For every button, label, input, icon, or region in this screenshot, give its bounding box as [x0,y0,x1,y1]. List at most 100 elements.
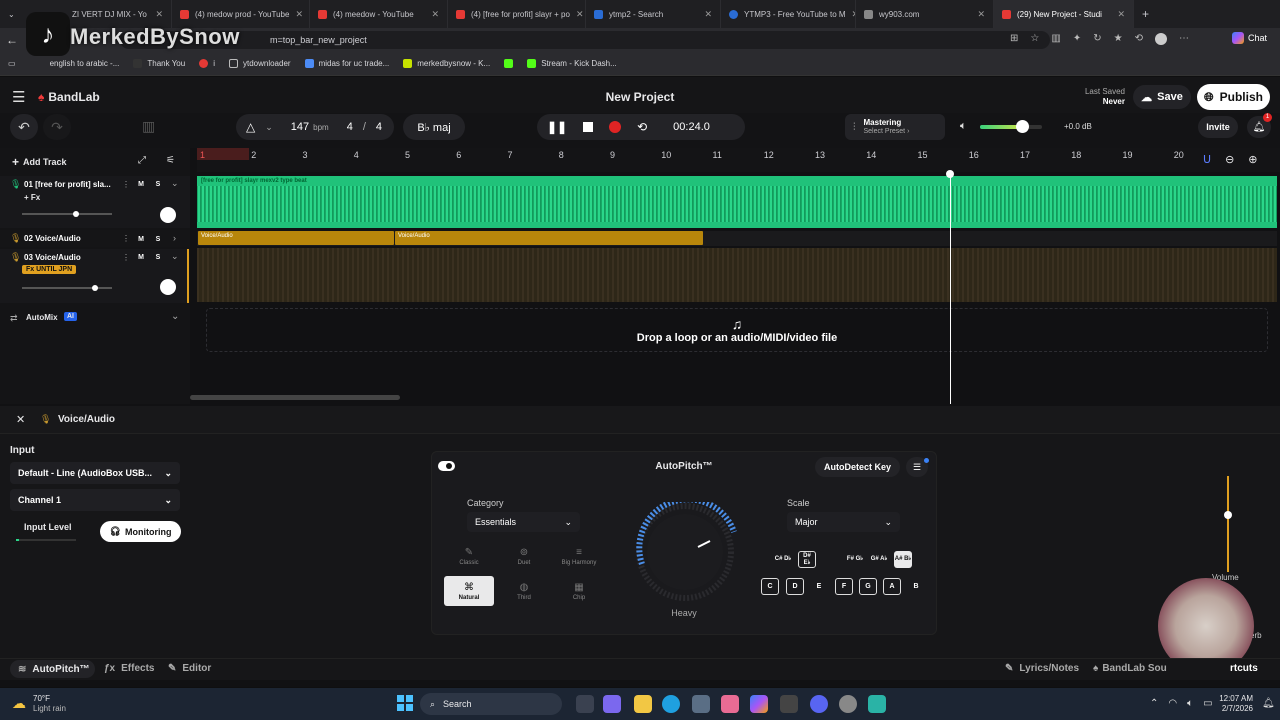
pan-knob[interactable] [160,279,176,295]
hamburger-menu-icon[interactable]: ☰ [12,88,25,106]
key-d-sharp[interactable]: D# E♭ [798,551,816,568]
timeline-ruler[interactable] [197,148,1280,172]
scale-select[interactable]: Major ⌄ [787,512,900,532]
ruler-number[interactable]: 6 [456,150,461,160]
ruler-number[interactable]: 10 [661,150,671,160]
browser-tab[interactable]: (4) [free for profit] slayr + po ✕ [448,0,586,28]
history-icon[interactable]: ⟲ [1135,33,1143,45]
browser-tab[interactable]: ytmp2 - Search ✕ [586,0,721,28]
track-volume-slider[interactable] [22,287,112,289]
preset-chip[interactable]: ▦ Chip [554,576,604,606]
track-volume-slider[interactable] [22,213,112,215]
ruler-number[interactable]: 7 [508,150,513,160]
lyrics-notes-button[interactable]: ✎ Lyrics/Notes [1005,663,1079,674]
key-a[interactable]: A [883,578,901,595]
chevron-down-icon[interactable]: ⌄ [171,178,179,189]
windows-start-icon[interactable] [397,695,413,711]
extensions-icon[interactable]: ✦ [1073,33,1081,45]
preset-classic[interactable]: ✎ Classic [444,541,494,571]
ruler-number[interactable]: 9 [610,150,615,160]
ruler-number[interactable]: 15 [918,150,928,160]
piano-icon[interactable]: ▥ [142,118,155,135]
shortcuts-button[interactable]: rtcuts [1230,663,1258,674]
stop-icon[interactable] [583,122,594,132]
bookmark[interactable]: i [199,59,215,68]
refresh-icon[interactable]: ↻ [1093,33,1101,45]
star-icon[interactable]: ☆ [1030,33,1039,45]
track-lane-3[interactable] [197,248,1277,302]
bookmark[interactable]: Thank You [133,59,185,68]
battery-icon[interactable]: ▭ [1203,698,1212,709]
task-view-icon[interactable] [576,695,594,713]
notepad-icon[interactable] [868,695,886,713]
bookmark[interactable]: midas for uc trade... [304,59,389,68]
preset-natural[interactable]: ⌘ Natural [444,576,494,606]
fx-chip[interactable]: Fx UNTIL JPN [22,265,77,274]
monitoring-button[interactable]: 🎧︎ Monitoring [100,521,181,542]
taskbar-search[interactable]: ⌕ Search [420,693,562,715]
reader-icon[interactable]: ▥ [1051,33,1060,45]
drop-zone[interactable]: ♫ Drop a loop or an audio/MIDI/video file [206,308,1268,352]
close-icon[interactable]: ✕ [295,9,303,20]
notification-bell-icon[interactable]: 🔔︎ [1262,698,1275,709]
bookmark[interactable]: Stream - Kick Dash... [527,59,617,68]
bandlab-sounds-button[interactable]: ♠ BandLab Sou [1093,663,1167,674]
discord-icon[interactable] [810,695,828,713]
browser-tab-active[interactable]: (29) New Project - Studi ✕ [994,0,1134,28]
close-icon[interactable]: ✕ [576,9,584,20]
bandlab-logo[interactable]: ♠ BandLab [38,90,100,104]
clock[interactable]: 12:07 AM 2/7/2026 [1215,694,1253,714]
tab-effects[interactable]: ƒx Effects [104,663,154,674]
store-icon[interactable] [692,695,710,713]
speaker-icon[interactable]: 🔈︎ [1187,698,1193,709]
key-f-sharp[interactable]: F# G♭ [846,551,864,568]
ruler-number[interactable]: 19 [1123,150,1133,160]
app-icon[interactable] [721,695,739,713]
key-selector[interactable]: B♭ maj [403,114,465,140]
preset-big-harmony[interactable]: ≡ Big Harmony [554,541,604,571]
correction-knob[interactable] [630,502,740,612]
ruler-number[interactable]: 8 [559,150,564,160]
solo-button[interactable]: S [152,233,164,245]
track-volume-fader[interactable] [1227,476,1229,572]
slider-handle[interactable] [92,285,98,291]
audio-clip[interactable]: [free for profit] slayr mexv2 type beat [197,176,1277,228]
url-field[interactable]: m=top_bar_new_project [120,31,1050,49]
audio-clip[interactable]: Voice/Audio [198,231,394,245]
track-more-icon[interactable]: ⋮ [122,253,130,262]
chat-button[interactable]: Chat [1232,32,1267,44]
zoom-out-icon[interactable]: ⊖ [1225,153,1234,166]
track-more-icon[interactable]: ⋮ [122,180,130,189]
record-icon[interactable] [609,121,622,133]
key-a-sharp[interactable]: A# B♭ [894,551,912,568]
wifi-icon[interactable]: ◠ [1168,698,1177,709]
slider-handle[interactable] [73,211,79,217]
close-icon[interactable]: ✕ [431,9,439,20]
favorites-icon[interactable]: ★ [1114,33,1123,45]
key-g-sharp[interactable]: G# A♭ [870,551,888,568]
time-sig-numerator[interactable]: 4 [347,121,353,133]
time-sig-denominator[interactable]: 4 [376,121,382,133]
chevron-up-icon[interactable]: ⌃ [1150,698,1158,709]
publish-button[interactable]: 🌐︎ Publish [1197,84,1270,110]
tab-list-icon[interactable]: ⌄ [0,0,22,28]
app-icon[interactable] [839,695,857,713]
key-c-sharp[interactable]: C# D♭ [774,551,792,568]
undo-icon[interactable]: ↶ [10,114,38,140]
chevron-right-icon[interactable]: › [173,233,176,243]
autopitch-toggle[interactable] [438,461,455,471]
zoom-in-icon[interactable]: ⊕ [1248,153,1257,166]
key-b[interactable]: B [907,578,925,595]
ruler-number[interactable]: 18 [1071,150,1081,160]
edge-icon[interactable] [662,695,680,713]
add-track-button[interactable]: + Add Track [12,155,67,169]
tab-editor[interactable]: ✎ Editor [168,663,211,674]
category-select[interactable]: Essentials ⌄ [467,512,580,532]
close-icon[interactable]: ✕ [704,9,712,20]
key-f[interactable]: F [835,578,853,595]
project-title[interactable]: New Project [560,90,720,104]
track-name[interactable]: 01 [free for profit] sla... [24,180,116,189]
autodetect-key-button[interactable]: AutoDetect Key [815,457,900,477]
bookmark-toggle-icon[interactable]: ▭ [8,59,16,68]
metronome-icon[interactable]: △ [246,120,255,134]
